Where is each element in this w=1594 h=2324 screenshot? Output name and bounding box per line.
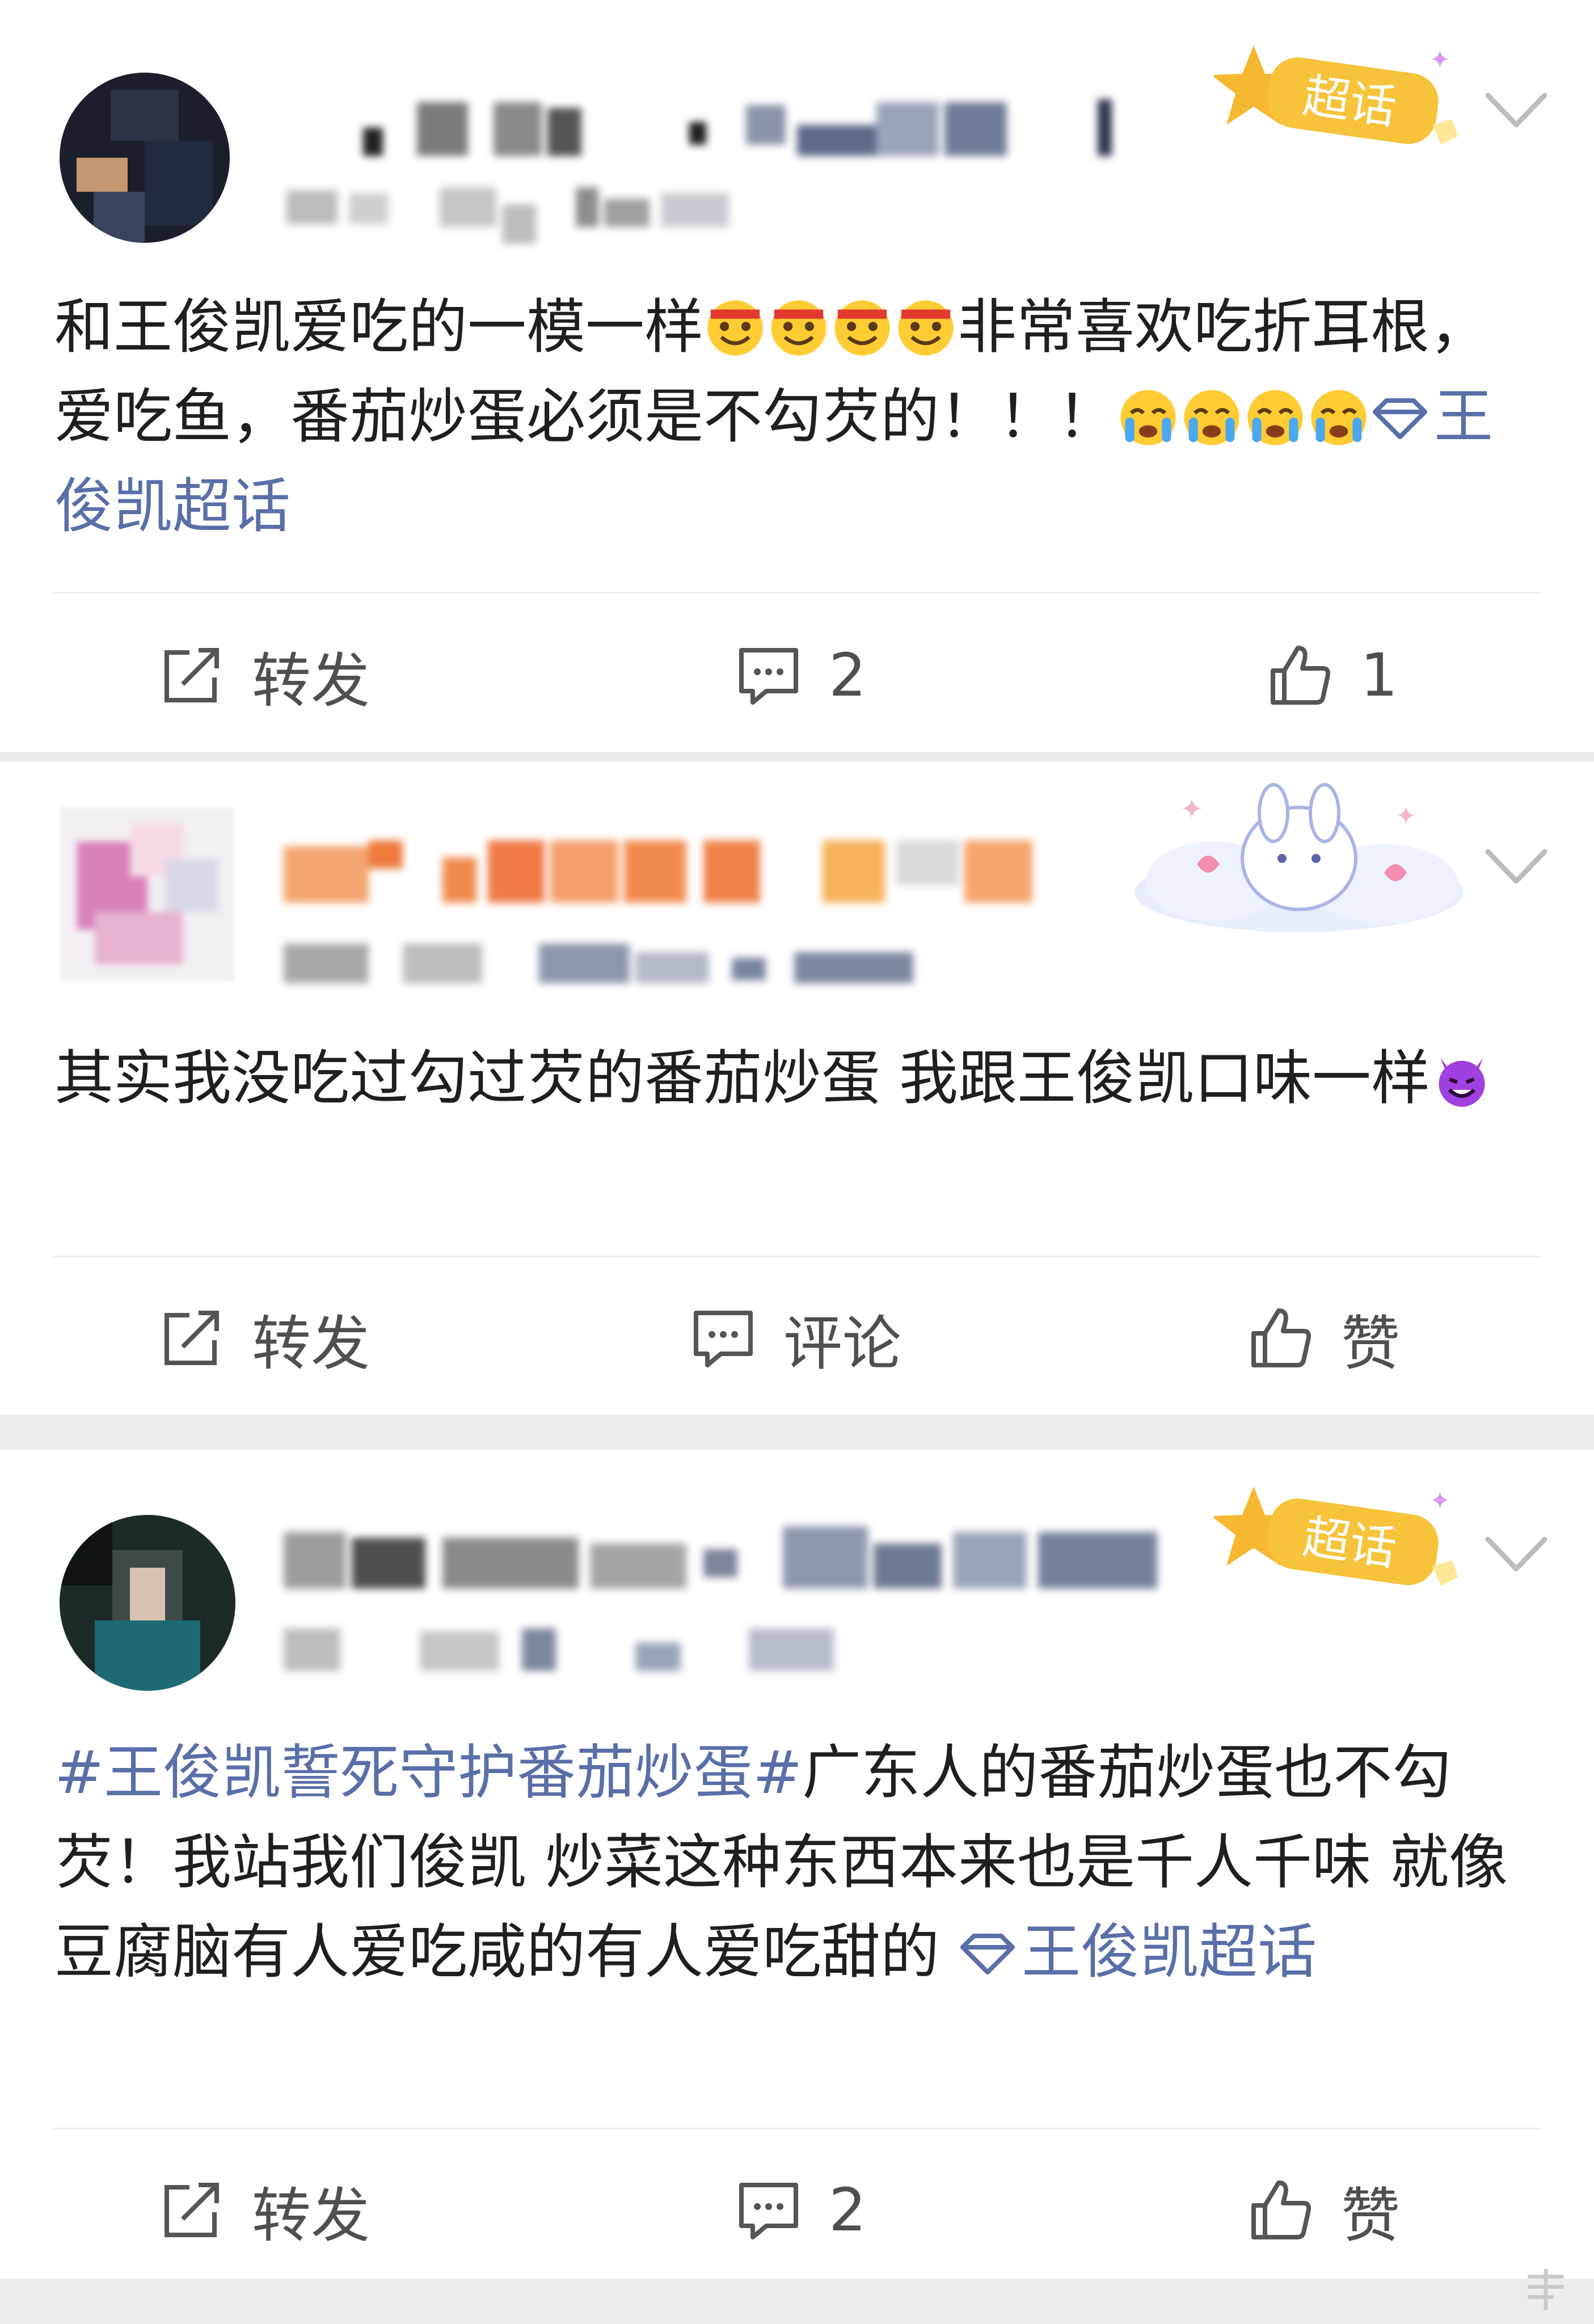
post-card: ✦ ✦ 其实我没吃过勾过芡的番茄炒蛋 我跟王俊凯口味一样 转发 评论 赞 — [0, 762, 1594, 1414]
thumbs-up-icon — [1271, 646, 1330, 705]
topic-label: 王俊凯超话 — [1022, 1917, 1317, 1986]
repost-button[interactable]: 转发 — [158, 2165, 370, 2255]
svg-text:✦: ✦ — [1429, 45, 1450, 74]
repost-icon — [165, 1311, 219, 1365]
post-content: #王俊凯誓死守护番茄炒蛋#广东人的番茄炒蛋也不勾芡！我站我们俊凯 炒菜这种东西本… — [54, 1728, 1541, 1997]
like-button[interactable]: 赞 — [1247, 1292, 1400, 1383]
username-blurred[interactable] — [284, 829, 1078, 908]
crying-face-icon — [1120, 390, 1176, 445]
repost-icon — [165, 648, 219, 702]
grinning-face-icon — [771, 300, 826, 356]
divider — [53, 2128, 1541, 2129]
comment-button[interactable]: 2 — [735, 630, 866, 721]
repost-icon — [165, 2183, 219, 2237]
repost-label: 转发 — [252, 646, 370, 715]
like-button[interactable]: 赞 — [1247, 2165, 1400, 2255]
post-content: 和王俊凯爱吃的一模一样 非常喜欢吃折耳根，爱吃鱼，番茄炒蛋必须是不勾芡的！！！ 王俊… — [54, 282, 1541, 551]
post-meta-blurred — [284, 1620, 851, 1682]
smiling-devil-icon — [1439, 1058, 1485, 1107]
username-blurred[interactable] — [286, 79, 1137, 165]
crying-face-icon — [1247, 390, 1303, 445]
comment-button[interactable]: 2 — [735, 2165, 866, 2255]
crying-face-icon — [1311, 390, 1367, 445]
avatar[interactable] — [60, 73, 230, 243]
separator — [0, 2279, 1594, 2324]
comment-icon — [694, 1311, 753, 1367]
post-card: 超话 ✦ 和王俊凯爱吃的一模一样 非常喜欢吃折耳根，爱吃鱼，番茄炒蛋必须是不勾芡的… — [0, 0, 1594, 752]
thumbs-up-icon — [1251, 1308, 1311, 1367]
action-bar: 转发 评论 赞 — [0, 1292, 1594, 1383]
chevron-down-icon[interactable] — [1485, 847, 1547, 887]
action-bar: 转发 2 赞 — [0, 2165, 1594, 2255]
svg-text:✦: ✦ — [1180, 793, 1204, 826]
crying-face-icon — [1184, 390, 1239, 445]
action-bar: 转发 2 1 — [0, 630, 1594, 721]
post-card: 超话 ✦ #王俊凯誓死守护番茄炒蛋#广东人的番茄炒蛋也不勾芡！我站我们俊凯 炒菜… — [0, 1450, 1594, 2279]
diamond-icon — [960, 1934, 1015, 1974]
hashtag-link[interactable]: #王俊凯誓死守护番茄炒蛋# — [54, 1738, 802, 1807]
like-label: 赞 — [1341, 2180, 1401, 2250]
post-text: 其实我没吃过勾过芡的番茄炒蛋 我跟王俊凯口味一样 — [54, 1043, 1431, 1113]
watermark-icon — [1528, 2269, 1564, 2310]
super-topic-badge[interactable]: 超话 ✦ — [1211, 40, 1464, 159]
grinning-face-icon — [834, 300, 890, 356]
grinning-face-icon — [707, 300, 763, 356]
avatar-image — [60, 73, 230, 243]
comment-icon — [739, 2183, 798, 2239]
repost-button[interactable]: 转发 — [158, 630, 370, 721]
grinning-face-icon — [898, 300, 954, 356]
thumbs-up-icon — [1251, 2180, 1311, 2239]
comment-count: 2 — [829, 2175, 867, 2245]
comment-count: 2 — [829, 641, 867, 710]
avatar[interactable] — [60, 806, 235, 982]
super-topic-badge[interactable]: 超话 ✦ — [1211, 1481, 1464, 1600]
post-meta-blurred — [284, 935, 930, 997]
repost-button[interactable]: 转发 — [158, 1292, 370, 1383]
svg-text:✦: ✦ — [1395, 802, 1416, 831]
comment-icon — [739, 648, 798, 705]
post-meta-blurred — [286, 182, 752, 244]
post-content: 其实我没吃过勾过芡的番茄炒蛋 我跟王俊凯口味一样 — [54, 1033, 1541, 1123]
like-count: 1 — [1360, 641, 1398, 710]
svg-text:✦: ✦ — [1429, 1487, 1450, 1515]
avatar-image — [60, 1515, 235, 1691]
avatar-image — [60, 806, 235, 982]
post-text: 和王俊凯爱吃的一模一样 — [54, 292, 704, 361]
repost-label: 转发 — [252, 1308, 370, 1378]
chevron-down-icon[interactable] — [1485, 91, 1547, 130]
diamond-icon — [1373, 398, 1428, 439]
avatar[interactable] — [60, 1515, 235, 1691]
divider — [53, 592, 1541, 593]
topic-link[interactable]: 王俊凯超话 — [958, 1917, 1317, 1986]
repost-label: 转发 — [252, 2180, 370, 2250]
like-button[interactable]: 1 — [1266, 630, 1398, 721]
username-blurred[interactable] — [284, 1515, 1180, 1594]
profile-decoration-bunny: ✦ ✦ — [1129, 773, 1469, 938]
separator — [0, 1414, 1594, 1450]
chevron-down-icon[interactable] — [1485, 1535, 1547, 1574]
comment-button[interactable]: 评论 — [689, 1292, 901, 1383]
separator — [0, 752, 1594, 762]
like-label: 赞 — [1341, 1308, 1401, 1378]
comment-label: 评论 — [783, 1308, 902, 1378]
divider — [53, 1256, 1541, 1257]
